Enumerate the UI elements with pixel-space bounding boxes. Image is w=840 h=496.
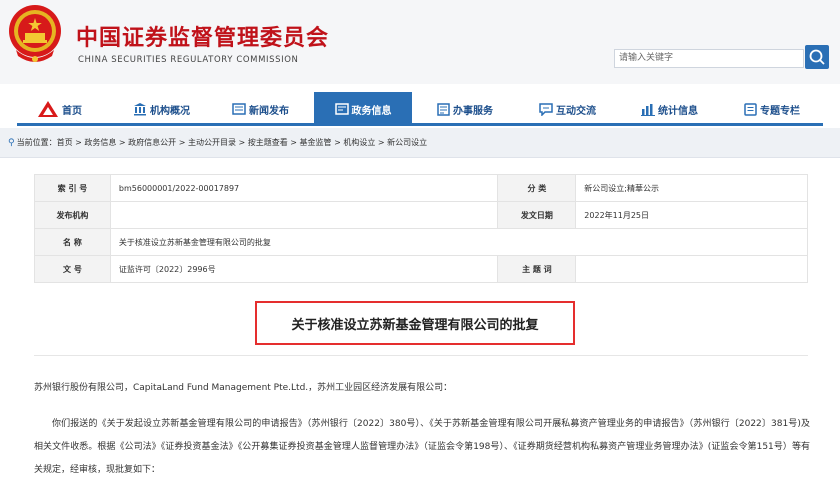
- category-value: 新公司设立;精華公示: [575, 174, 808, 202]
- site-header: 中国证券监督管理委员会 CHINA SECURITIES REGULATORY …: [0, 0, 840, 84]
- document-addressee: 苏州银行股份有限公司，CapitaLand Fund Management Pt…: [34, 383, 453, 393]
- search-input[interactable]: 请输入关键字: [614, 49, 804, 68]
- name-value: 关于核准设立苏新基金管理有限公司的批复: [109, 228, 809, 256]
- nav-label: 专题专栏: [760, 105, 800, 117]
- nav-label: 机构概况: [150, 105, 190, 117]
- nav-item-statistics[interactable]: 统计信息: [641, 92, 698, 126]
- document-paragraph: 你们报送的《关于发起设立苏新基金管理有限公司的申请报告》（苏州银行〔2022〕3…: [34, 419, 810, 475]
- nav-item-home[interactable]: 首页: [37, 92, 82, 126]
- news-icon: [232, 103, 246, 115]
- service-icon: [437, 102, 450, 116]
- bar-chart-icon: [641, 103, 655, 116]
- nav-label: 办事服务: [453, 105, 493, 117]
- nav-label: 统计信息: [658, 105, 698, 117]
- keyword-value: [575, 255, 808, 283]
- breadcrumb: ⚲ 当前位置：首页 > 政务信息 > 政府信息公开 > 主动公开目录 > 按主题…: [0, 128, 840, 158]
- nav-item-about[interactable]: 机构概况: [133, 92, 190, 126]
- search-button[interactable]: [805, 45, 829, 69]
- location-pin-icon: ⚲: [8, 137, 15, 148]
- nav-item-news[interactable]: 新闻发布: [232, 92, 289, 126]
- issuer-value: [109, 201, 499, 229]
- nav-label: 政务信息: [351, 105, 392, 117]
- topic-icon: [744, 102, 757, 116]
- nav-item-gov-info[interactable]: 政务信息: [314, 92, 412, 126]
- date-value: 2022年11月25日: [575, 201, 808, 229]
- nav-label: 互动交流: [556, 105, 596, 117]
- index-value: bm56000001/2022-00017897: [109, 174, 499, 202]
- docno-value: 证监许可〔2022〕2996号: [109, 255, 499, 283]
- national-emblem-icon: [9, 5, 61, 62]
- nav-label: 新闻发布: [249, 105, 289, 117]
- index-label: 索 引 号: [34, 174, 111, 202]
- nav-label: 首页: [62, 105, 82, 117]
- date-label: 发文日期: [497, 201, 577, 229]
- issuer-label: 发布机构: [34, 201, 111, 229]
- document-title: 关于核准设立苏新基金管理有限公司的批复: [255, 301, 575, 345]
- building-icon: [134, 103, 146, 116]
- home-logo-icon: [38, 101, 58, 117]
- search-icon: [809, 49, 825, 65]
- document-info-table: 索 引 号 bm56000001/2022-00017897 分 类 新公司设立…: [34, 174, 809, 283]
- name-label: 名 称: [34, 228, 111, 256]
- nav-item-services[interactable]: 办事服务: [437, 92, 493, 126]
- breadcrumb-text[interactable]: 当前位置：首页 > 政务信息 > 政府信息公开 > 主动公开目录 > 按主题查看…: [17, 137, 428, 148]
- main-nav: 首页 机构概况 新闻发布 政务信息 办事服务 互动交流 统计信息 专题专栏: [17, 92, 823, 126]
- nav-item-interaction[interactable]: 互动交流: [539, 92, 596, 126]
- site-title: 中国证券监督管理委员会: [76, 26, 330, 51]
- divider: [34, 355, 808, 356]
- docno-label: 文 号: [34, 255, 111, 283]
- category-label: 分 类: [497, 174, 577, 202]
- gov-info-icon: [334, 103, 349, 115]
- chat-icon: [539, 102, 553, 116]
- nav-item-topics[interactable]: 专题专栏: [744, 92, 800, 126]
- keyword-label: 主 题 词: [497, 255, 577, 283]
- site-subtitle: CHINA SECURITIES REGULATORY COMMISSION: [78, 55, 299, 65]
